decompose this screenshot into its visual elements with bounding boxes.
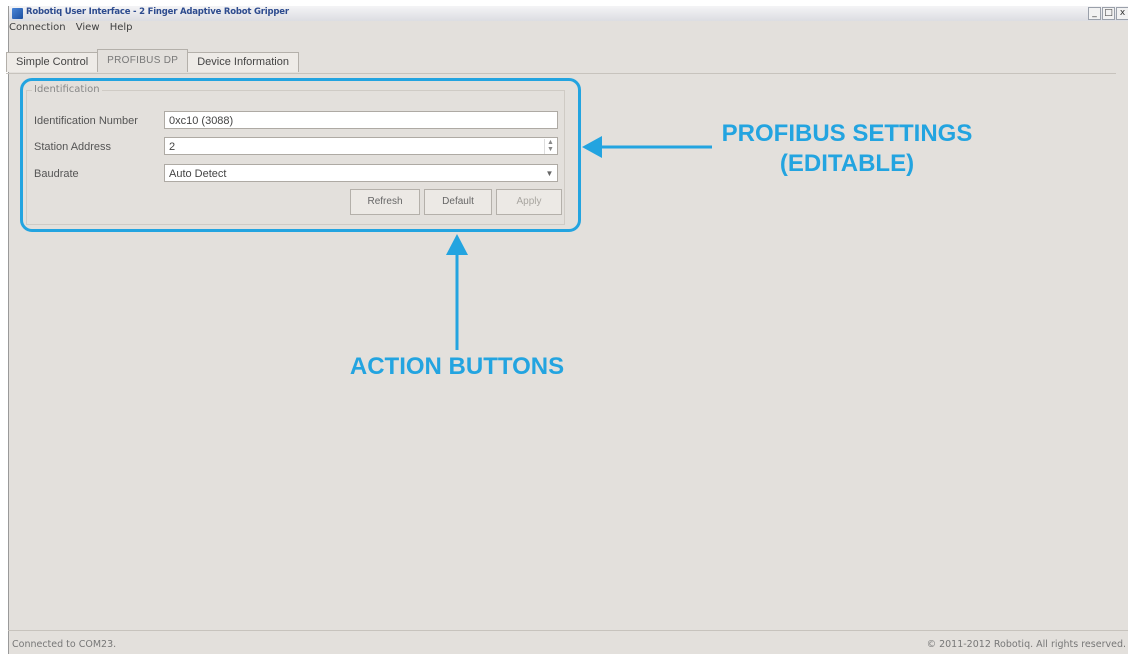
connection-status: Connected to COM23. (12, 639, 117, 650)
copyright-text: © 2011-2012 Robotiq. All rights reserved… (926, 639, 1126, 650)
annotation-line-1: PROFIBUS SETTINGS (721, 120, 973, 147)
annotation-arrows (446, 136, 712, 350)
annotation-line-2: (EDITABLE) (779, 150, 915, 177)
up-annotation-arrow-icon (446, 234, 468, 350)
profibus-settings-annotation: PROFIBUS SETTINGS (EDITABLE) (702, 119, 992, 179)
status-bar: Connected to COM23. © 2011-2012 Robotiq.… (8, 630, 1128, 650)
right-annotation-arrow-icon (582, 136, 712, 158)
action-buttons-annotation: ACTION BUTTONS (349, 353, 565, 380)
